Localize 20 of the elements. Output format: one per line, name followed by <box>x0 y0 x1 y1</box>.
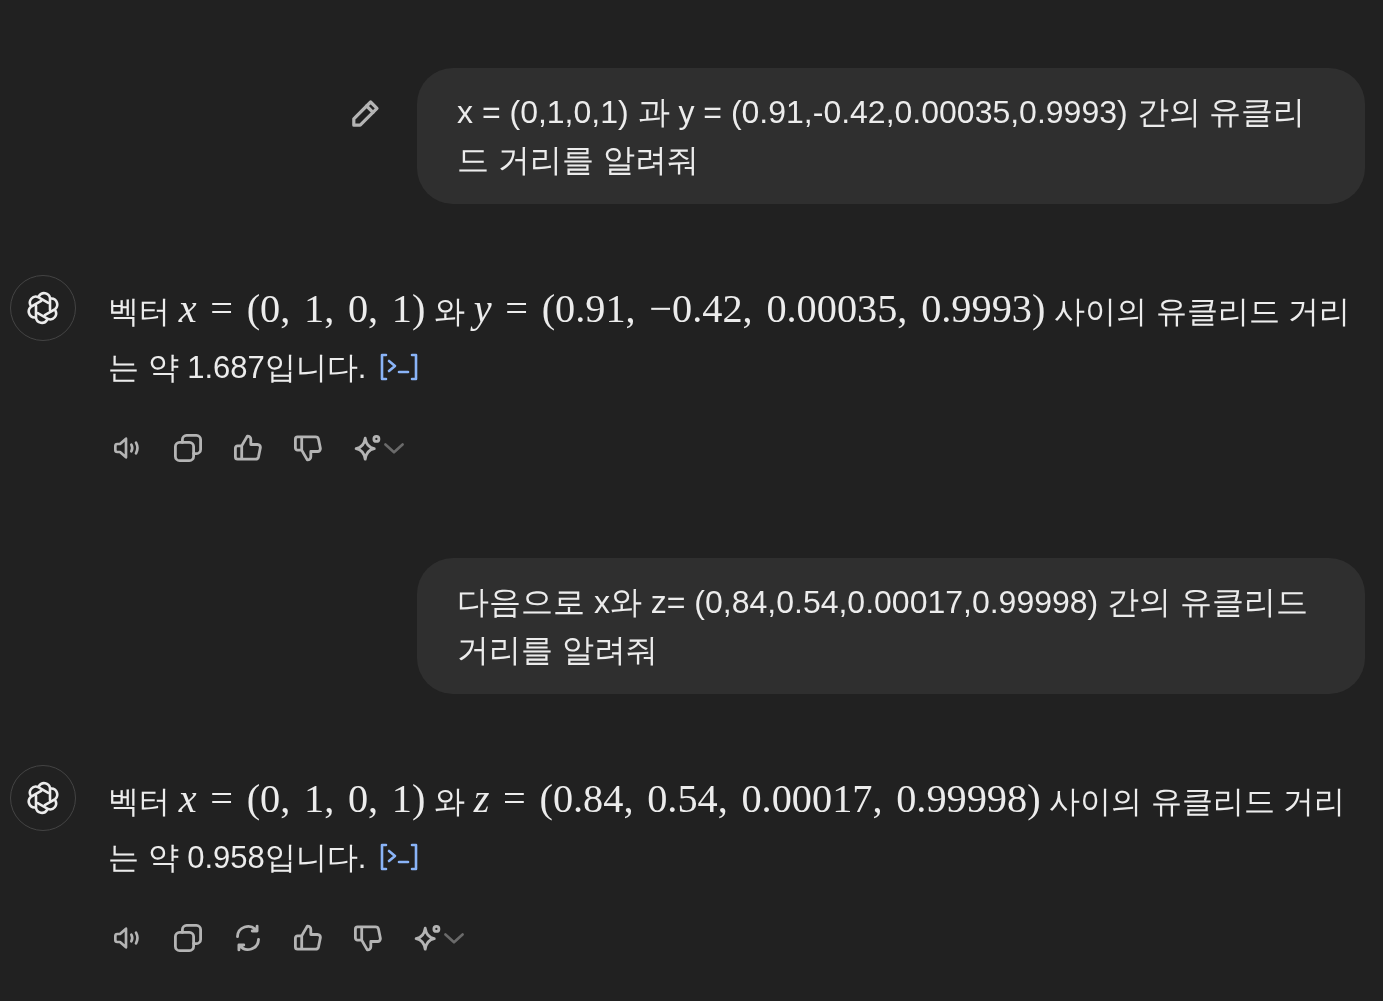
assistant-avatar-icon <box>10 765 76 831</box>
thumbs-down-icon <box>354 924 382 952</box>
user-message: 다음으로 x와 z= (0,84,0.54,0.00017,0.99998) 간의 유클리드 거리를 알려줘 <box>417 558 1365 694</box>
sparkle-icon <box>354 434 382 462</box>
sparkle-icon <box>414 924 442 952</box>
assistant-avatar-icon <box>10 275 76 341</box>
code-link-icon[interactable] <box>379 352 420 382</box>
thumbs-down-icon <box>294 434 322 462</box>
assistant-message: 벡터 x = (0, 1, 0, 1) 와 y = (0.91, −0.42, 0.00035, 0.9993) 사이의 유클리드 거리는 약 1.687입니다. <box>108 285 1352 387</box>
code-link-icon[interactable] <box>379 842 420 872</box>
copy-icon <box>174 924 202 952</box>
speaker-icon <box>114 434 142 462</box>
refresh-icon <box>234 924 262 952</box>
thumbs-up-icon <box>234 434 262 462</box>
thumbs-up-icon <box>294 924 322 952</box>
user-message: x = (0,1,0,1) 과 y = (0.91,-0.42,0.00035,0.9993) 간의 유클리드 거리를 알려줘 <box>417 68 1365 204</box>
assistant-message: 벡터 x = (0, 1, 0, 1) 와 z = (0.84, 0.54, 0.00017, 0.99998) 사이의 유클리드 거리는 약 0.958입니다. <box>108 775 1347 877</box>
speaker-icon <box>114 924 142 952</box>
copy-icon <box>174 434 202 462</box>
pencil-icon <box>349 98 381 130</box>
